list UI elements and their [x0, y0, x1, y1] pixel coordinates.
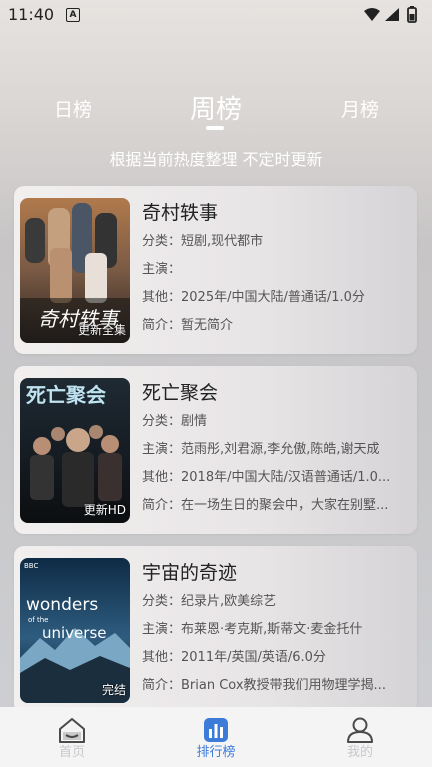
status-badge: 更新全集	[77, 323, 126, 337]
item-title: 奇村轶事	[142, 202, 219, 224]
nav-rank-label: 排行榜	[196, 745, 236, 760]
item-category: 分类：剧情	[142, 414, 208, 429]
item-cast: 主演：布莱恩·考克斯,斯蒂文·麦金托什	[142, 622, 363, 637]
poster-image[interactable]: 奇村轶事 更新全集	[20, 198, 130, 343]
nav-home[interactable]: 首页	[32, 715, 112, 760]
item-other: 其他：2025年/中国大陆/普通话/1.0分	[142, 290, 365, 305]
tab-monthly[interactable]: 月榜	[341, 95, 379, 122]
list-item[interactable]: BBC wonders of the universe 完结 宇宙的奇迹 分类：…	[14, 546, 417, 714]
poster-title-text-3: universe	[42, 624, 107, 642]
bbc-logo-text: BBC	[24, 562, 38, 570]
item-title: 宇宙的奇迹	[142, 562, 238, 584]
poster-title-text-2: of the	[28, 616, 48, 624]
status-time: 11:40	[8, 5, 55, 24]
poster-title-text: wonders	[26, 595, 98, 615]
ranking-subtitle: 根据当前热度整理 不定时更新	[109, 150, 323, 169]
wifi-icon	[364, 8, 380, 21]
poster-image[interactable]: 死亡聚会 更新HD	[20, 378, 130, 523]
item-intro: 简介：暂无简介	[142, 318, 234, 333]
item-info: 宇宙的奇迹 分类：纪录片,欧美综艺 主演：布莱恩·考克斯,斯蒂文·麦金托什 其他…	[142, 558, 410, 700]
nav-me-label: 我的	[346, 745, 373, 760]
item-intro: 简介：Brian Cox教授带我们用物理学揭...	[142, 678, 386, 693]
notification-icon: A	[66, 8, 80, 22]
item-intro: 简介：在一场生日的聚会中，大家在别墅...	[142, 498, 389, 513]
signal-icon	[385, 8, 399, 21]
item-other: 其他：2018年/中国大陆/汉语普通话/1.0...	[142, 470, 391, 485]
nav-rank[interactable]: 排行榜	[176, 715, 256, 760]
bottom-nav: 首页 排行榜 我的	[0, 707, 432, 767]
period-tabs: 日榜 周榜 月榜	[0, 85, 432, 135]
item-other: 其他：2011年/英国/英语/6.0分	[142, 650, 326, 665]
item-cast: 主演：范雨彤,刘君源,李允傲,陈皓,谢天成	[142, 442, 380, 457]
status-badge: 更新HD	[83, 503, 126, 517]
item-category: 分类：短剧,现代都市	[142, 234, 264, 249]
poster-title-text: 死亡聚会	[26, 383, 106, 407]
status-bar: 11:40 A	[0, 0, 432, 30]
list-item[interactable]: 死亡聚会 更新HD 死亡聚会 分类：剧情 主演：范雨彤,刘君源,李允傲,陈皓,谢…	[14, 366, 417, 534]
status-icons	[364, 6, 417, 23]
nav-home-label: 首页	[58, 745, 85, 760]
tab-indicator	[206, 126, 224, 130]
battery-icon	[407, 6, 417, 23]
item-info: 奇村轶事 分类：短剧,现代都市 主演： 其他：2025年/中国大陆/普通话/1.…	[142, 198, 410, 340]
item-info: 死亡聚会 分类：剧情 主演：范雨彤,刘君源,李允傲,陈皓,谢天成 其他：2018…	[142, 378, 410, 520]
item-title: 死亡聚会	[142, 382, 219, 404]
item-category: 分类：纪录片,欧美综艺	[142, 594, 277, 609]
poster-image[interactable]: BBC wonders of the universe 完结	[20, 558, 130, 703]
list-item[interactable]: 奇村轶事 更新全集 奇村轶事 分类：短剧,现代都市 主演： 其他：2025年/中…	[14, 186, 417, 354]
item-cast: 主演：	[142, 262, 182, 277]
tab-daily[interactable]: 日榜	[54, 95, 92, 122]
nav-me[interactable]: 我的	[320, 715, 400, 760]
status-badge: 完结	[101, 683, 126, 697]
tab-weekly[interactable]: 周榜	[190, 89, 242, 126]
